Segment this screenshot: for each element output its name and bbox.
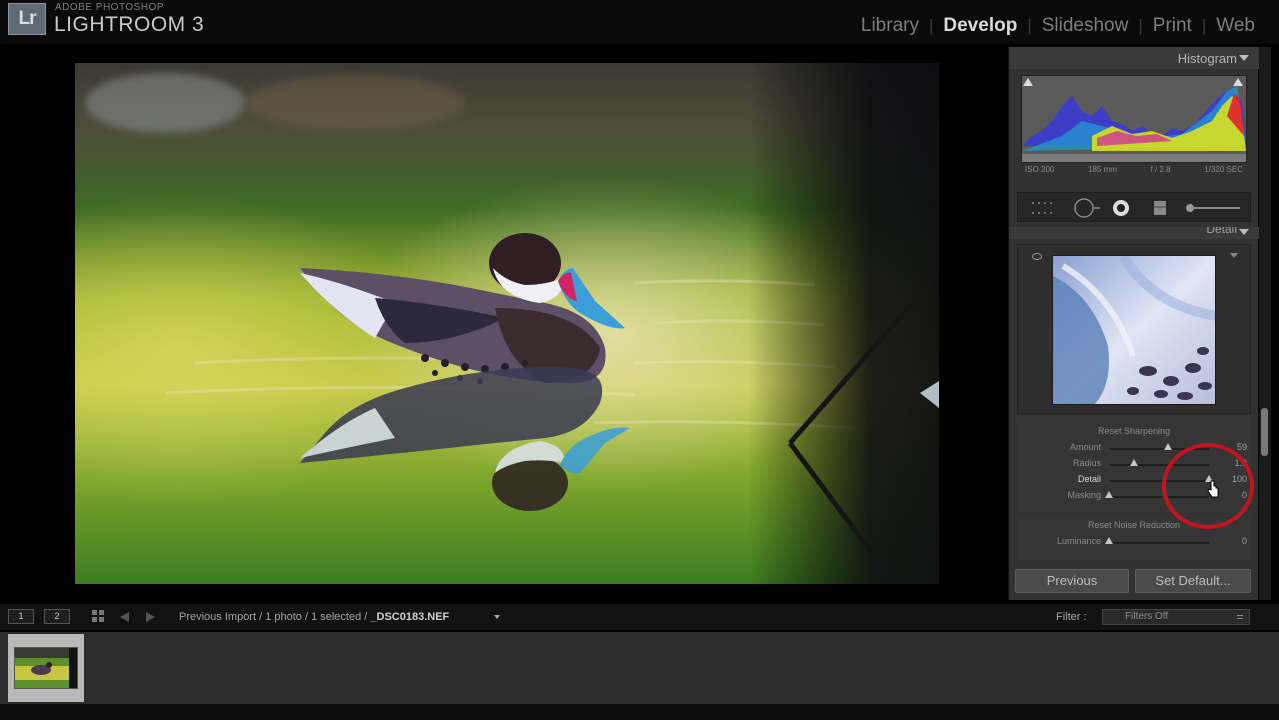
histogram-graph bbox=[1022, 76, 1246, 162]
panel-scrollbar[interactable] bbox=[1259, 47, 1271, 600]
filter-value: Filters Off bbox=[1125, 611, 1169, 622]
filmstrip-thumbnail[interactable] bbox=[8, 634, 84, 702]
eye-icon[interactable] bbox=[1032, 253, 1042, 260]
module-develop[interactable]: Develop bbox=[933, 15, 1027, 37]
previous-photo-arrow-icon[interactable] bbox=[120, 612, 129, 622]
module-web[interactable]: Web bbox=[1206, 15, 1265, 37]
module-picker: Library | Develop | Slideshow | Print | … bbox=[851, 15, 1265, 37]
main-photo[interactable] bbox=[75, 63, 939, 584]
slider-label: Amount bbox=[1069, 442, 1101, 452]
red-eye-icon[interactable] bbox=[1110, 198, 1132, 218]
detail-panel-header[interactable]: Detail bbox=[1009, 227, 1259, 239]
slider-label: Masking bbox=[1067, 490, 1101, 500]
lightroom-logo: Lr bbox=[8, 3, 46, 35]
filmstrip-toolbar: 1 2 Previous Import / 1 photo / 1 select… bbox=[0, 604, 1279, 630]
histogram-title: Histogram bbox=[1177, 51, 1237, 66]
panel-scroll-thumb[interactable] bbox=[1261, 408, 1268, 456]
grid-view-icon[interactable] bbox=[92, 610, 105, 623]
secondary-display-button[interactable]: 2 bbox=[44, 609, 70, 624]
source-path[interactable]: Previous Import / 1 photo / 1 selected /… bbox=[179, 611, 449, 623]
file-name: _DSC0183.NEF bbox=[370, 611, 450, 623]
slider-knob[interactable] bbox=[1105, 491, 1113, 498]
thumbnail-image bbox=[14, 647, 78, 689]
module-bar: Lr ADOBE PHOTOSHOP LIGHTROOM 3 Library |… bbox=[0, 0, 1279, 44]
luminance-slider[interactable]: Luminance 0 bbox=[1017, 535, 1251, 549]
set-default-button[interactable]: Set Default... bbox=[1135, 569, 1251, 593]
adjustment-brush-icon[interactable] bbox=[1184, 201, 1244, 215]
previous-button[interactable]: Previous bbox=[1015, 569, 1129, 593]
exif-info: ISO 200 185 mm f / 2.8 1/320 SEC bbox=[1021, 165, 1247, 181]
slider-label: Detail bbox=[1077, 474, 1101, 484]
spot-removal-icon[interactable] bbox=[1072, 198, 1102, 218]
crop-overlay-icon[interactable] bbox=[1030, 200, 1054, 216]
slider-label: Radius bbox=[1072, 458, 1101, 468]
slider-value[interactable]: 0 bbox=[1217, 536, 1247, 546]
slider-knob[interactable] bbox=[1105, 537, 1113, 544]
source-dropdown-icon[interactable] bbox=[494, 615, 500, 619]
slider-knob[interactable] bbox=[1130, 459, 1138, 466]
hand-cursor-icon bbox=[1207, 480, 1219, 498]
tool-strip bbox=[1017, 192, 1251, 222]
duck-photo bbox=[75, 63, 939, 584]
primary-display-button[interactable]: 1 bbox=[8, 609, 34, 624]
histogram-header[interactable]: Histogram bbox=[1009, 47, 1259, 69]
next-photo-arrow-icon[interactable] bbox=[146, 612, 155, 622]
preview-menu-icon[interactable] bbox=[1230, 253, 1238, 258]
module-library[interactable]: Library bbox=[851, 15, 929, 37]
feather-closeup bbox=[1053, 256, 1215, 404]
exif-iso: ISO 200 bbox=[1025, 165, 1055, 174]
module-print[interactable]: Print bbox=[1143, 15, 1202, 37]
exif-aperture: f / 2.8 bbox=[1150, 165, 1171, 174]
bottom-panel-bar bbox=[0, 704, 1279, 720]
module-slideshow[interactable]: Slideshow bbox=[1032, 15, 1139, 37]
detail-title: Detail bbox=[1206, 227, 1237, 236]
loupe-view bbox=[8, 47, 1005, 600]
collapse-triangle-icon[interactable] bbox=[1239, 229, 1249, 235]
histogram[interactable] bbox=[1021, 75, 1247, 163]
brand-title: LIGHTROOM 3 bbox=[54, 13, 205, 36]
slider-label: Luminance bbox=[1056, 536, 1101, 546]
graduated-filter-icon[interactable] bbox=[1152, 199, 1168, 217]
filmstrip bbox=[0, 632, 1279, 704]
source-breadcrumb: Previous Import / 1 photo / 1 selected / bbox=[179, 611, 368, 623]
filter-label: Filter : bbox=[1056, 611, 1087, 623]
slider-track[interactable] bbox=[1109, 542, 1209, 544]
filter-select[interactable]: Filters Off bbox=[1102, 609, 1250, 625]
brand-subtitle: ADOBE PHOTOSHOP bbox=[55, 2, 165, 13]
exif-focal: 185 mm bbox=[1088, 165, 1117, 174]
detail-preview bbox=[1017, 244, 1251, 414]
exif-shutter: 1/320 SEC bbox=[1204, 165, 1243, 174]
detail-zoom-preview[interactable] bbox=[1052, 255, 1216, 405]
collapse-triangle-icon[interactable] bbox=[1239, 55, 1249, 61]
filter-dropdown-icon bbox=[1237, 615, 1243, 619]
reset-sharpening-label[interactable]: Reset Sharpening bbox=[1017, 426, 1251, 436]
slider-knob[interactable] bbox=[1164, 443, 1172, 450]
